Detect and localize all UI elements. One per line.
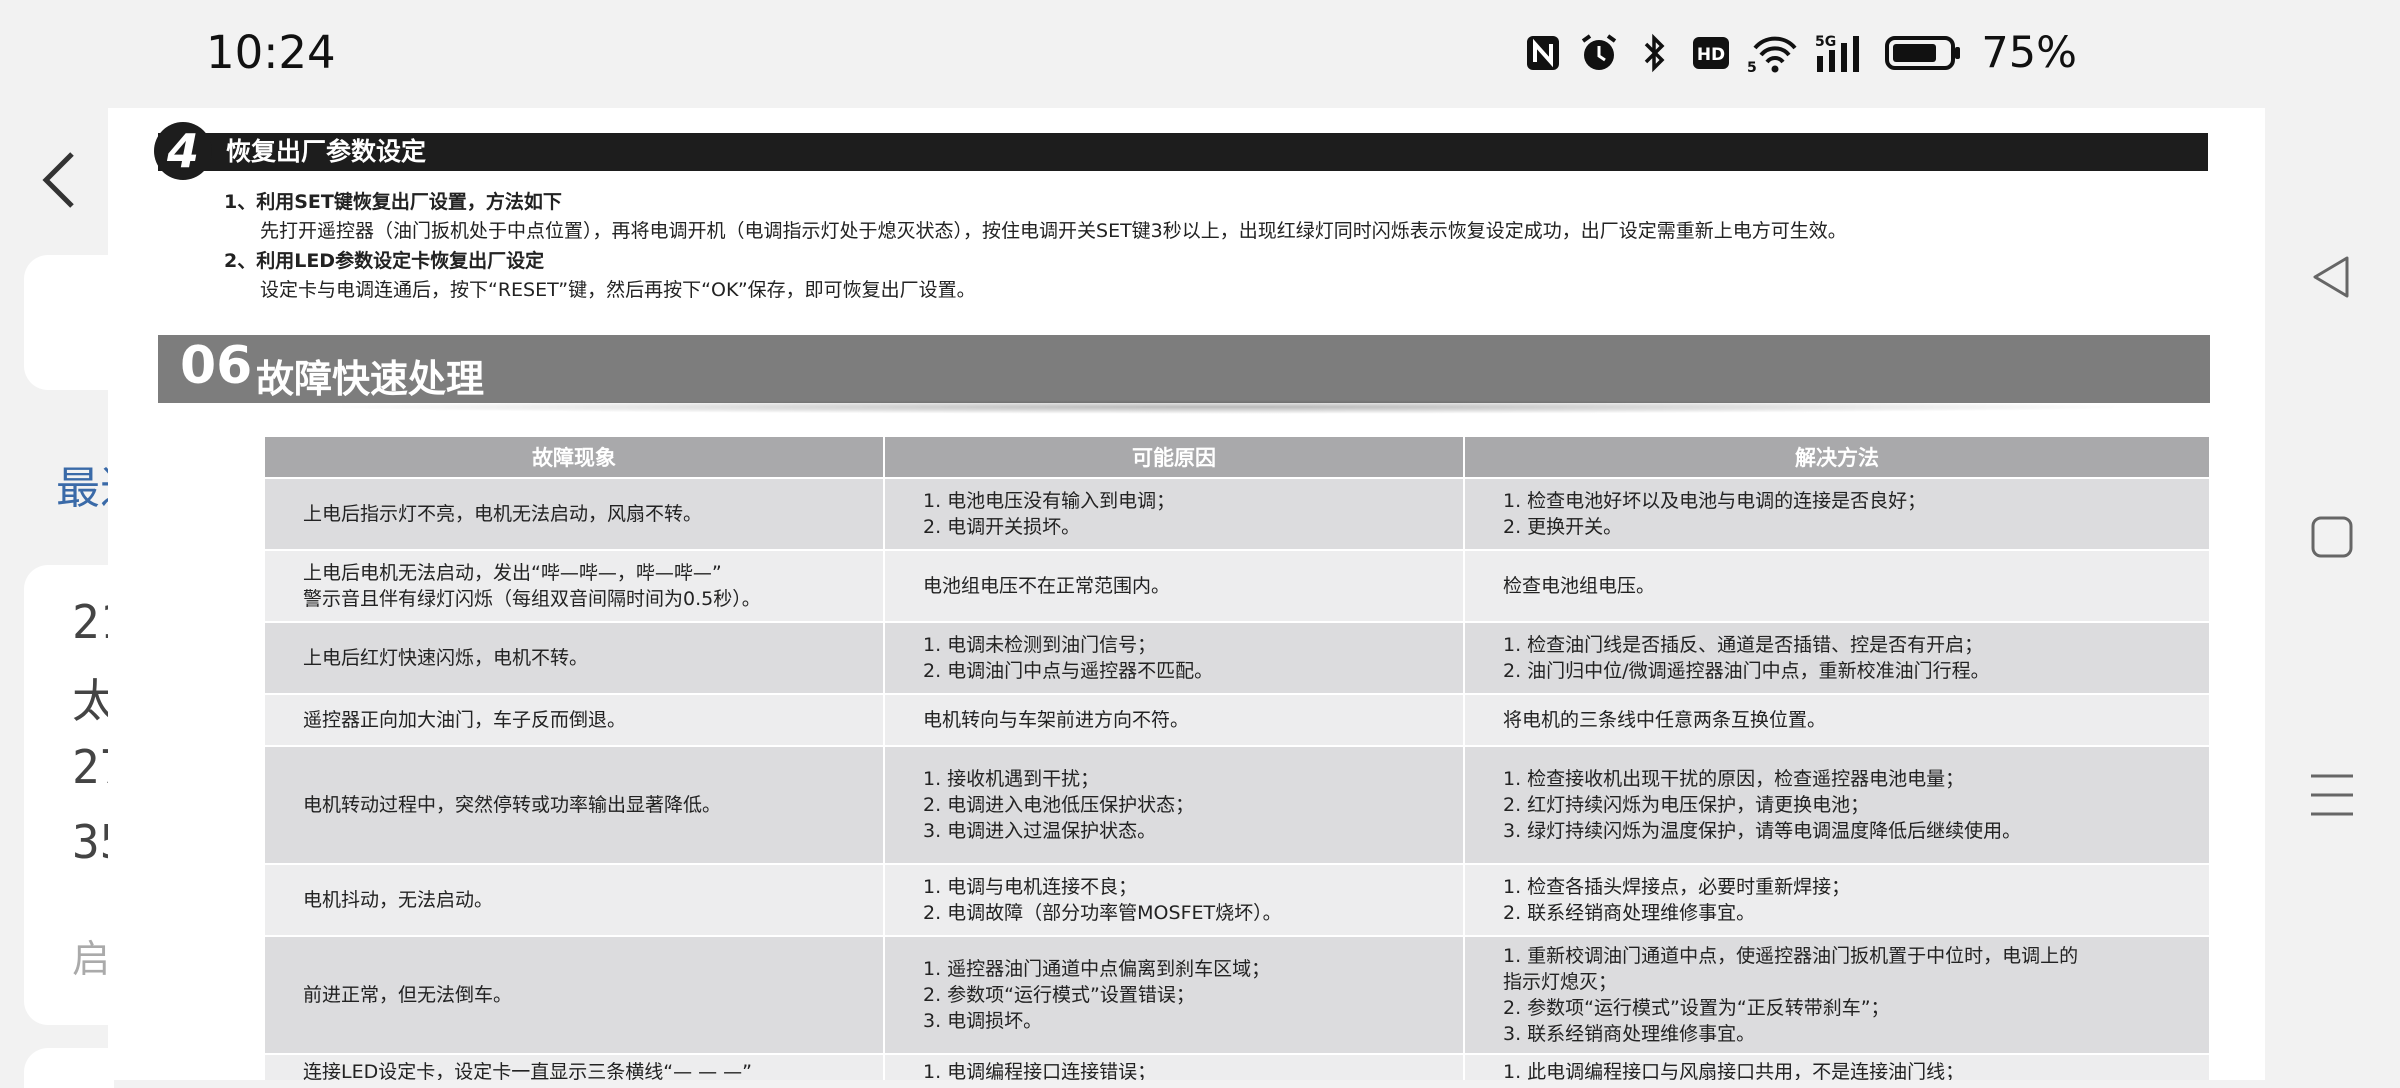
section-4-header-bar: [158, 133, 2208, 171]
bluetooth-icon: [1635, 33, 1675, 73]
5g-signal-icon: 5G: [1815, 33, 1869, 73]
section-6-number: 06: [180, 336, 253, 396]
section-4-title: 恢复出厂参数设定: [226, 137, 427, 166]
solution-cell: 1. 检查油门线是否插反、通道是否插错、控是否有开启； 2. 油门归中位/微调遥…: [1463, 621, 2211, 695]
battery-icon: [1885, 33, 1961, 73]
section-6-shadow: [308, 400, 2148, 414]
solution-cell: 1. 检查各插头焊接点，必要时重新焊接； 2. 联系经销商处理维修事宜。: [1463, 863, 2211, 937]
cause-cell: 1. 电池电压没有输入到电调； 2. 电调开关损坏。: [883, 477, 1465, 551]
symptom-cell: 前进正常，但无法倒车。: [263, 935, 885, 1055]
method-1-text: 先打开遥控器（油门扳机处于中点位置），再将电调开机（电调指示灯处于熄灭状态），按…: [260, 220, 1847, 242]
wifi-icon: 5: [1747, 33, 1799, 74]
section-4-badge: 4: [154, 122, 212, 180]
alarm-icon: [1579, 33, 1619, 73]
solution-cell: 检查电池组电压。: [1463, 549, 2211, 623]
launch-label: 启: [72, 937, 111, 981]
solution-cell: 将电机的三条线中任意两条互换位置。: [1463, 693, 2211, 747]
cause-cell: 1. 接收机遇到干扰； 2. 电调进入电池低压保护状态； 3. 电调进入过温保护…: [883, 745, 1465, 865]
svg-text:5G: 5G: [1815, 34, 1836, 50]
symptom-cell: 遥控器正向加大油门，车子反而倒退。: [263, 693, 885, 747]
section-6-title: 故障快速处理: [256, 357, 485, 401]
table-row: 上电后电机无法启动，发出“哔—哔—，哔—哔—” 警示音且伴有绿灯闪烁（每组双音间…: [263, 549, 2211, 623]
table-row: 连接LED设定卡，设定卡一直显示三条横线“— — —” 1. 电调编程接口连接错…: [263, 1053, 2211, 1080]
table-header: 故障现象: [263, 435, 885, 479]
solution-cell: 1. 重新校调油门通道中点，使遥控器油门扳机置于中位时，电调上的 指示灯熄灭； …: [1463, 935, 2211, 1055]
nfc-icon: [1523, 33, 1563, 73]
cause-cell: 1. 电调编程接口连接错误；: [883, 1053, 1465, 1080]
svg-text:5: 5: [1747, 60, 1757, 74]
svg-text:HD: HD: [1697, 45, 1725, 65]
nav-back-icon[interactable]: [2307, 252, 2357, 302]
solution-cell: 1. 检查接收机出现干扰的原因，检查遥控器电池电量； 2. 红灯持续闪烁为电压保…: [1463, 745, 2211, 865]
cause-cell: 1. 电调未检测到油门信号； 2. 电调油门中点与遥控器不匹配。: [883, 621, 1465, 695]
background-card: [24, 255, 114, 390]
table-row: 前进正常，但无法倒车。 1. 遥控器油门通道中点偏离到刹车区域； 2. 参数项“…: [263, 935, 2211, 1055]
navigation-bar: [2265, 0, 2400, 1080]
status-time: 10:24: [206, 26, 336, 79]
battery-percent: 75%: [1981, 28, 2077, 78]
solution-cell: 1. 检查电池好坏以及电池与电调的连接是否良好； 2. 更换开关。: [1463, 477, 2211, 551]
table-header: 解决方法: [1463, 435, 2211, 479]
symptom-cell: 电机抖动，无法启动。: [263, 863, 885, 937]
symptom-cell: 上电后电机无法启动，发出“哔—哔—，哔—哔—” 警示音且伴有绿灯闪烁（每组双音间…: [263, 549, 885, 623]
hd-icon: HD: [1691, 33, 1731, 73]
table-row: 上电后红灯快速闪烁，电机不转。 1. 电调未检测到油门信号； 2. 电调油门中点…: [263, 621, 2211, 695]
back-arrow-icon[interactable]: [40, 150, 80, 210]
symptom-cell: 上电后红灯快速闪烁，电机不转。: [263, 621, 885, 695]
symptom-cell: 上电后指示灯不亮，电机无法启动，风扇不转。: [263, 477, 885, 551]
cause-cell: 电机转向与车架前进方向不符。: [883, 693, 1465, 747]
fault-table: 故障现象 可能原因 解决方法 上电后指示灯不亮，电机无法启动，风扇不转。 1. …: [263, 435, 2211, 1080]
table-row: 遥控器正向加大油门，车子反而倒退。 电机转向与车架前进方向不符。 将电机的三条线…: [263, 693, 2211, 747]
table-header-row: 故障现象 可能原因 解决方法: [263, 435, 2211, 479]
document-viewer[interactable]: 4 恢复出厂参数设定 1、利用SET键恢复出厂设置，方法如下 先打开遥控器（油门…: [108, 108, 2265, 1080]
background-card: [24, 1048, 114, 1088]
table-header: 可能原因: [883, 435, 1465, 479]
solution-cell: 1. 此电调编程接口与风扇接口共用，不是连接油门线；: [1463, 1053, 2211, 1080]
cause-cell: 1. 电调与电机连接不良； 2. 电调故障（部分功率管MOSFET烧坏）。: [883, 863, 1465, 937]
status-bar: 10:24 HD 5 5G 75%: [0, 0, 2265, 108]
table-row: 电机转动过程中，突然停转或功率输出显著降低。 1. 接收机遇到干扰； 2. 电调…: [263, 745, 2211, 865]
nav-home-icon[interactable]: [2307, 512, 2357, 562]
method-2-text: 设定卡与电调连通后，按下“RESET”键，然后再按下“OK”保存，即可恢复出厂设…: [260, 279, 976, 301]
cause-cell: 1. 遥控器油门通道中点偏离到刹车区域； 2. 参数项“运行模式”设置错误； 3…: [883, 935, 1465, 1055]
cause-cell: 电池组电压不在正常范围内。: [883, 549, 1465, 623]
table-row: 电机抖动，无法启动。 1. 电调与电机连接不良； 2. 电调故障（部分功率管MO…: [263, 863, 2211, 937]
symptom-cell: 电机转动过程中，突然停转或功率输出显著降低。: [263, 745, 885, 865]
method-2-title: 2、利用LED参数设定卡恢复出厂设定: [224, 250, 545, 272]
nav-menu-icon[interactable]: [2307, 770, 2357, 820]
status-icons: HD 5 5G 75%: [1523, 28, 2077, 78]
method-1-title: 1、利用SET键恢复出厂设置，方法如下: [224, 191, 562, 213]
symptom-cell: 连接LED设定卡，设定卡一直显示三条横线“— — —”: [263, 1053, 885, 1080]
table-row: 上电后指示灯不亮，电机无法启动，风扇不转。 1. 电池电压没有输入到电调； 2.…: [263, 477, 2211, 551]
